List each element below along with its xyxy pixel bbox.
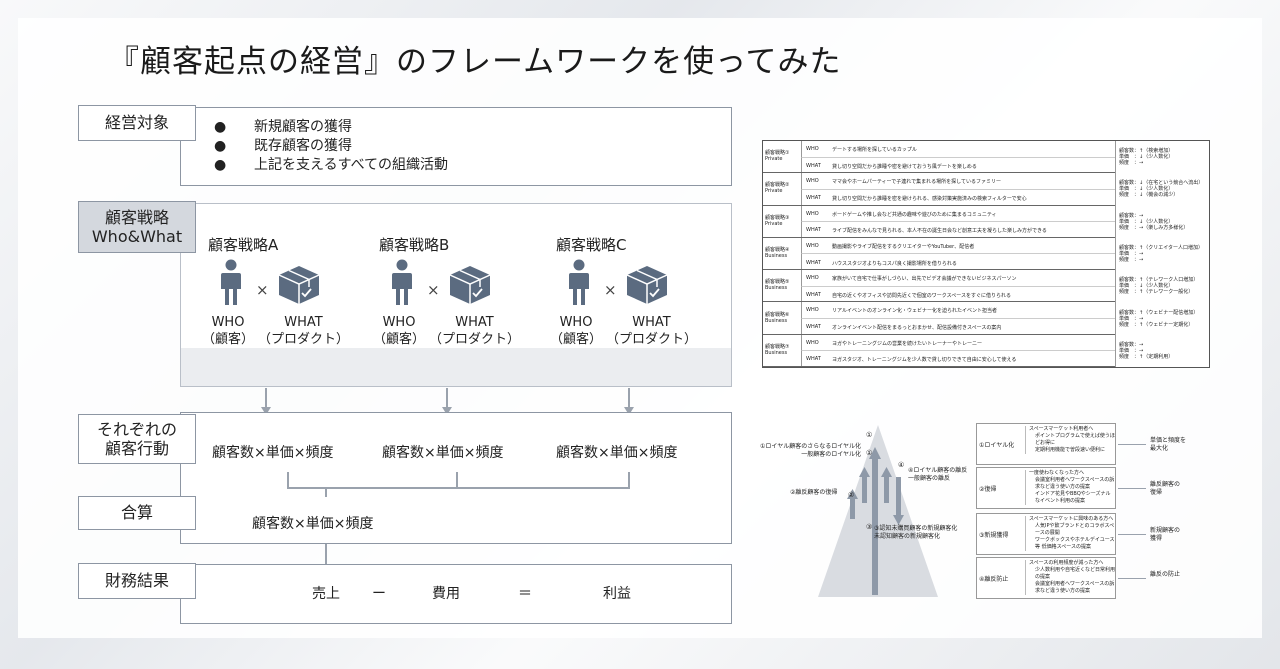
metrics-cell: 顧客数：↑（検索増加） 単価 ：↓（少人数化） 頻度 ：→	[1115, 141, 1209, 174]
times-symbol: ×	[427, 281, 440, 299]
bracket-line	[287, 472, 289, 488]
row-arrow	[1118, 534, 1146, 535]
bracket-line	[628, 472, 630, 488]
num-4: ④	[898, 461, 905, 469]
table-row: 顧客戦略① Private WHO デートする場所を探しているカップル WHAT…	[763, 141, 1209, 174]
row-arrow	[1118, 488, 1146, 489]
bracket-line	[287, 487, 630, 489]
row-arrow	[1118, 444, 1146, 445]
finance-label: 財務結果	[78, 563, 196, 599]
row-label: ③新規獲得	[979, 532, 1009, 539]
times-symbol: ×	[604, 281, 617, 299]
strategy-name: 顧客戦略C	[556, 236, 627, 254]
group-name: 顧客戦略⑤ Business	[765, 279, 790, 292]
num-3: ③	[866, 523, 873, 531]
finance-cost: 費用	[432, 586, 460, 602]
group-name: 顧客戦略① Private	[765, 150, 790, 163]
row-text: スペースの利用頻度が減った方へ 少人数利用や自宅近くなど日常利用の提案 会議室利…	[1025, 560, 1115, 595]
package-icon	[278, 266, 320, 304]
row-label: ①ロイヤル化	[979, 442, 1015, 449]
bracket-line	[325, 487, 327, 497]
times-symbol: ×	[256, 281, 269, 299]
metrics-cell: 顧客数：↑（ウェビナー配信増加） 単価 ：→ 頻度 ：↑（ウェビナー定期化）	[1115, 302, 1209, 335]
num-2: ②	[848, 491, 855, 499]
behavior-formula-a: 顧客数×単価×頻度	[212, 445, 334, 461]
sum-formula: 顧客数×単価×頻度	[252, 516, 374, 532]
row-result: 新規顧客の 獲得	[1150, 527, 1181, 542]
table-row: 顧客戦略⑥ Business WHO リアルイベントのオンライン化・ウェビナー化…	[763, 302, 1209, 335]
row-result: 離反の防止	[1150, 571, 1181, 578]
target-label: 経営対象	[78, 105, 196, 141]
strategy-name: 顧客戦略B	[379, 236, 450, 254]
row-arrow	[1118, 578, 1146, 579]
group-name: 顧客戦略② Private	[765, 182, 790, 195]
bullet-row: ● 新規顧客の獲得	[214, 119, 352, 135]
behavior-formula-c: 顧客数×単価×頻度	[556, 445, 678, 461]
table-row: 顧客戦略④ Business WHO 動画撮影やライブ配信をするクリエイターやY…	[763, 237, 1209, 271]
finance-minus: ー	[372, 586, 386, 602]
row-result: 単価と頻度を 最大化	[1150, 437, 1187, 452]
who-label: WHO （顧客）	[550, 315, 603, 347]
finance-profit: 利益	[603, 586, 631, 602]
num-1a: ①	[866, 431, 873, 439]
table-row: 顧客戦略⑤ Business WHO 家族がいて自宅で仕事がしづらい、出先でビデ…	[763, 270, 1209, 303]
table-row: 顧客戦略② Private WHO ママ会やホームパーティーで子連れで集まれる場…	[763, 173, 1209, 206]
table-row: 顧客戦略③ Private WHO ボードゲームや推し会など共通の趣味や遊びのた…	[763, 205, 1209, 238]
what-label: WHAT （プロダクト）	[429, 315, 521, 347]
row-label: ④離反防止	[979, 576, 1009, 583]
target-bullets: ● 新規顧客の獲得 ● 既存顧客の獲得 ● 上記を支えるすべての組織活動	[214, 118, 448, 175]
row-text: スペースマーケットに興味のある方へ 人気IPや飲ブランドとのコラボスペースの展開…	[1025, 516, 1115, 551]
group-name: 顧客戦略⑥ Business	[765, 311, 790, 324]
num-1b: ①	[866, 449, 873, 457]
strategy-box-shade	[181, 348, 731, 386]
strategy-name: 顧客戦略A	[208, 236, 279, 254]
arrow-up-icon	[862, 473, 867, 503]
table-row: 顧客戦略⑦ Business WHO ヨガやトレーニングジムの営業を続けたいトレ…	[763, 334, 1209, 367]
what-label: WHAT （プロダクト）	[606, 315, 698, 347]
label-new: ③認知未購買顧客の新規顧客化 未認知顧客の新規顧客化	[874, 525, 958, 540]
metrics-cell: 顧客数：→ 単価 ：→ 頻度 ：↑（定期利用）	[1115, 334, 1209, 367]
connector-line	[325, 544, 327, 564]
sum-label: 合算	[78, 496, 196, 530]
group-name: 顧客戦略⑦ Business	[765, 343, 790, 356]
metrics-cell: 顧客数：→ 単価 ：↓（少人数化） 頻度 ：→（楽しみ方多様化）	[1115, 205, 1209, 238]
bullet-row: ● 既存顧客の獲得	[214, 138, 352, 154]
package-icon	[626, 266, 668, 304]
metrics-cell: 顧客数：↑（クリエイター人口増加） 単価 ：→ 頻度 ：→	[1115, 237, 1209, 271]
person-icon	[569, 259, 589, 305]
strategy-table: 顧客戦略① Private WHO デートする場所を探しているカップル WHAT…	[762, 140, 1210, 368]
behavior-label: それぞれの 顧客行動	[78, 414, 196, 464]
page-title: 『顧客起点の経営』のフレームワークを使ってみた	[108, 44, 842, 80]
label-churn: ④ロイヤル顧客の離反 一般顧客の離反	[908, 467, 968, 482]
arrow-up-icon	[884, 473, 889, 503]
label-loyal: ①ロイヤル顧客のさらなるロイヤル化 一般顧客のロイヤル化	[760, 443, 862, 458]
person-icon	[221, 259, 241, 305]
bullet-row: ● 上記を支えるすべての組織活動	[214, 157, 449, 173]
who-label: WHO （顧客）	[373, 315, 426, 347]
row-text: 一度使わなくなった方へ 会議室利用者へワークスペースの訴求など違う使い方の提案 …	[1025, 470, 1115, 505]
arrow-down-icon	[896, 477, 901, 519]
group-name: 顧客戦略③ Private	[765, 214, 790, 227]
package-icon	[449, 266, 491, 304]
metrics-cell: 顧客数：↓（在宅という競合へ流出） 単価 ：↓（少人数化） 頻度 ：↓（機会の減…	[1115, 173, 1209, 206]
strategy-label: 顧客戦略 Who&What	[78, 201, 196, 253]
action-row: ①ロイヤル化 スペースマーケット利用者へ ポイントプログラムで使えば使うほどお得…	[976, 423, 1116, 465]
who-label: WHO （顧客）	[202, 315, 255, 347]
row-result: 離反顧客の 復帰	[1150, 481, 1181, 496]
label-return: ②離反顧客の復帰	[790, 489, 838, 496]
what-label: WHAT （プロダクト）	[258, 315, 350, 347]
row-label: ②復帰	[979, 486, 997, 493]
action-row: ②復帰 一度使わなくなった方へ 会議室利用者へワークスペースの訴求など違う使い方…	[976, 467, 1116, 509]
person-icon	[392, 259, 412, 305]
group-name: 顧客戦略④ Business	[765, 246, 790, 259]
finance-sales: 売上	[312, 586, 340, 602]
behavior-formula-b: 顧客数×単価×頻度	[382, 445, 504, 461]
action-row: ③新規獲得 スペースマーケットに興味のある方へ 人気IPや飲ブランドとのコラボス…	[976, 513, 1116, 555]
row-text: スペースマーケット利用者へ ポイントプログラムで使えば使うほどお得に 定期利用機…	[1025, 426, 1115, 454]
action-row: ④離反防止 スペースの利用頻度が減った方へ 少人数利用や自宅近くなど日常利用の提…	[976, 557, 1116, 599]
finance-equals: ＝	[518, 586, 532, 602]
bracket-line	[456, 472, 458, 488]
customer-pyramid-diagram: ① ① ④ ② ③ ①ロイヤル顧客のさらなるロイヤル化 一般顧客のロイヤル化 ②…	[758, 405, 1218, 615]
metrics-cell: 顧客数：↑（テレワーク人口増加） 単価 ：↓（少人数化） 頻度 ：↑（テレワーク…	[1115, 270, 1209, 303]
